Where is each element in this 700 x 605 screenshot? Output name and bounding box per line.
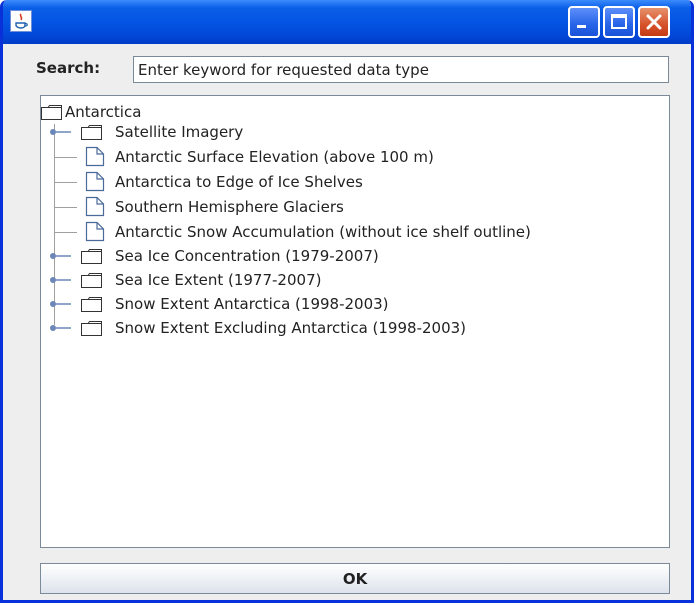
document-icon bbox=[85, 221, 105, 242]
java-icon[interactable] bbox=[10, 10, 32, 32]
close-button[interactable] bbox=[638, 6, 670, 38]
folder-open-icon bbox=[41, 105, 62, 120]
dialog-content: Search: Antarctica bbox=[3, 44, 691, 600]
tree-node-label: Satellite Imagery bbox=[115, 123, 244, 141]
maximize-icon bbox=[611, 14, 627, 29]
document-icon bbox=[85, 196, 105, 217]
ok-button[interactable]: OK bbox=[40, 563, 670, 594]
tree-node-label: Sea Ice Concentration (1979-2007) bbox=[115, 247, 379, 265]
document-icon bbox=[85, 171, 105, 192]
tree-leaf-snow-accumulation[interactable]: Antarctic Snow Accumulation (without ice… bbox=[41, 220, 669, 244]
document-icon bbox=[85, 146, 105, 167]
tree-connector bbox=[55, 207, 77, 208]
tree-leaf-glaciers[interactable]: Southern Hemisphere Glaciers bbox=[41, 195, 661, 219]
expand-handle-icon bbox=[50, 301, 71, 307]
tree-node-label: Southern Hemisphere Glaciers bbox=[115, 198, 344, 216]
close-icon bbox=[646, 14, 662, 30]
title-bar[interactable] bbox=[3, 0, 691, 44]
tree-node-label: Antarctic Snow Accumulation (without ice… bbox=[115, 223, 531, 241]
folder-icon bbox=[81, 249, 102, 264]
tree-root-label: Antarctica bbox=[65, 103, 142, 121]
tree-node-sea-ice-extent[interactable]: Sea Ice Extent (1977-2007) bbox=[41, 268, 661, 292]
maximize-button[interactable] bbox=[603, 6, 635, 38]
minimize-button[interactable] bbox=[568, 6, 600, 38]
tree-leaf-surface-elevation[interactable]: Antarctic Surface Elevation (above 100 m… bbox=[41, 145, 661, 169]
data-type-tree[interactable]: Antarctica Satellite Imagery Antarctic S… bbox=[40, 95, 670, 548]
expand-handle-icon bbox=[50, 277, 71, 283]
tree-node-label: Snow Extent Antarctica (1998-2003) bbox=[115, 295, 389, 313]
tree-node-label: Snow Extent Excluding Antarctica (1998-2… bbox=[115, 319, 467, 337]
expand-handle-icon bbox=[50, 253, 71, 259]
minimize-icon bbox=[577, 25, 586, 28]
tree-node-label: Antarctica to Edge of Ice Shelves bbox=[115, 173, 363, 191]
expand-handle-icon bbox=[50, 129, 71, 135]
tree-connector bbox=[55, 232, 77, 233]
tree-connector bbox=[55, 157, 77, 158]
folder-icon bbox=[81, 321, 102, 336]
tree-node-label: Sea Ice Extent (1977-2007) bbox=[115, 271, 322, 289]
tree-node-satellite-imagery[interactable]: Satellite Imagery bbox=[41, 120, 661, 144]
tree-connector bbox=[55, 182, 77, 183]
tree-node-snow-extent-excluding[interactable]: Snow Extent Excluding Antarctica (1998-2… bbox=[41, 316, 661, 340]
tree-node-snow-extent-antarctica[interactable]: Snow Extent Antarctica (1998-2003) bbox=[41, 292, 661, 316]
folder-icon bbox=[81, 297, 102, 312]
search-input[interactable] bbox=[133, 56, 669, 83]
folder-icon bbox=[81, 273, 102, 288]
folder-icon bbox=[81, 125, 102, 140]
tree-leaf-ice-shelves[interactable]: Antarctica to Edge of Ice Shelves bbox=[41, 170, 661, 194]
tree-node-label: Antarctic Surface Elevation (above 100 m… bbox=[115, 148, 434, 166]
application-window: Search: Antarctica bbox=[0, 0, 694, 603]
expand-handle-icon bbox=[50, 325, 71, 331]
search-label: Search: bbox=[36, 59, 101, 77]
tree-node-sea-ice-concentration[interactable]: Sea Ice Concentration (1979-2007) bbox=[41, 244, 661, 268]
